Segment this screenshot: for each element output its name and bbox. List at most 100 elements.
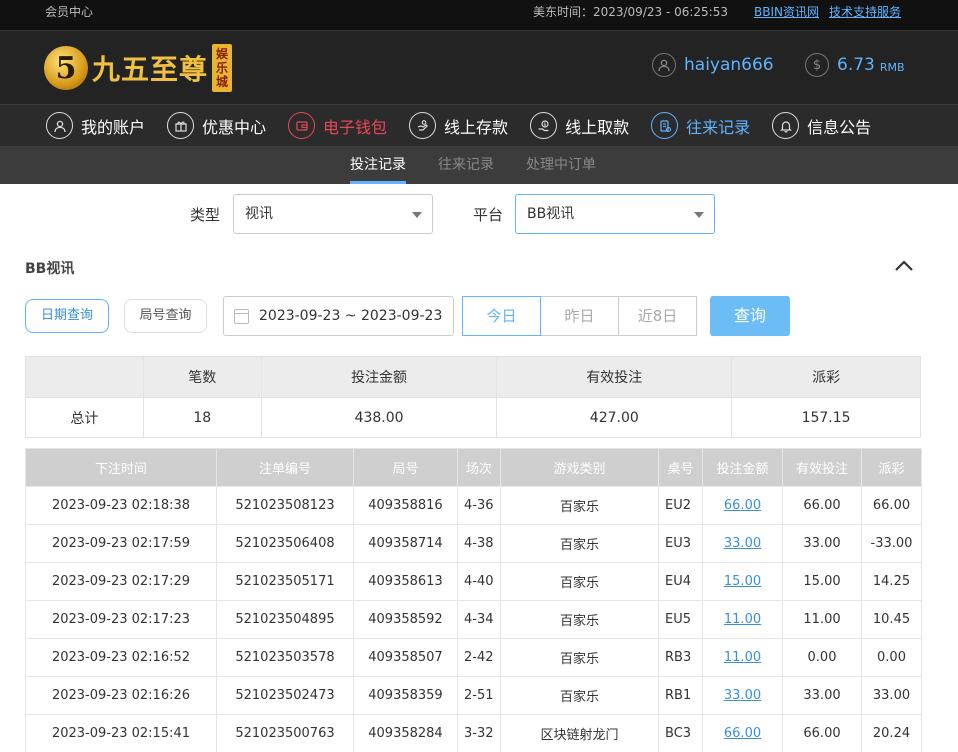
bell-icon [772, 112, 800, 139]
bet-amount-cell[interactable]: 11.00 [702, 600, 783, 639]
bet-amount-link[interactable]: 15.00 [724, 574, 761, 589]
round-id-cell: 409358613 [353, 562, 458, 601]
user-icon [46, 112, 73, 139]
gift-icon [167, 112, 195, 139]
chevron-down-icon [694, 212, 704, 218]
nav-online-withdraw[interactable]: $ 线上取款 [530, 112, 629, 139]
summary-cell: 438.00 [260, 397, 498, 438]
nav-e-wallet[interactable]: 电子钱包 [288, 112, 387, 139]
bet-amount-cell[interactable]: 33.00 [702, 676, 783, 715]
chevron-down-icon [412, 212, 422, 218]
nav-my-account[interactable]: 我的账户 [46, 112, 145, 139]
nav-online-deposit[interactable]: 线上存款 [409, 112, 508, 139]
summary-header-row: 笔数 投注金额 有效投注 派彩 [25, 356, 921, 398]
platform-select-value: BB视讯 [527, 206, 575, 222]
username: haiyan666 [684, 55, 774, 75]
nav-label: 线上存款 [444, 117, 509, 137]
bet-time-cell: 2023-09-23 02:17:23 [25, 600, 217, 639]
details-body: 2023-09-23 02:18:38 521023508123 409358816… [25, 486, 922, 752]
bet-amount-cell[interactable]: 66.00 [702, 486, 783, 525]
bet-id-cell: 521023504895 [216, 600, 354, 639]
currency-label: RMB [879, 60, 905, 74]
logo-badge: 娱 乐 城 [212, 44, 233, 92]
session-cell: 4-34 [457, 600, 501, 639]
session-cell: 2-51 [457, 676, 501, 715]
bet-amount-link[interactable]: 33.00 [724, 688, 761, 703]
records-icon [651, 112, 679, 139]
nav-label: 优惠中心 [202, 117, 267, 137]
game-type-cell: 区块链射龙门 [500, 714, 659, 752]
game-type-cell: 百家乐 [500, 562, 659, 601]
platform-select[interactable]: BB视讯 [515, 194, 715, 234]
date-query-button[interactable]: 日期查询 [25, 299, 109, 333]
round-query-button[interactable]: 局号查询 [124, 299, 207, 333]
round-id-cell: 409358284 [353, 714, 458, 752]
valid-bet-cell: 0.00 [782, 638, 862, 677]
details-header-row: 下注时间 注单编号 局号 场次 游戏类别 桌号 投注金额 有效投注 派彩 [25, 448, 922, 487]
logo-text: 九五至尊 [92, 53, 209, 86]
game-type-cell: 百家乐 [500, 600, 659, 639]
dollar-icon: $ [805, 53, 829, 77]
logo-emblem: 5 [44, 46, 88, 90]
payout-cell: 33.00 [861, 676, 922, 715]
bet-amount-link[interactable]: 66.00 [724, 498, 761, 513]
bet-details-table: 下注时间 注单编号 局号 场次 游戏类别 桌号 投注金额 有效投注 派彩 202… [25, 448, 922, 752]
deposit-icon [409, 112, 437, 139]
logo-badge-char: 城 [216, 75, 229, 89]
calendar-icon [234, 308, 249, 324]
table-id-cell: BC3 [658, 714, 703, 752]
tab-transaction-records[interactable]: 往来记录 [438, 146, 494, 184]
table-id-cell: RB1 [658, 676, 703, 715]
bet-id-cell: 521023503578 [216, 638, 354, 677]
bet-id-cell: 521023500763 [216, 714, 354, 752]
bet-id-cell: 521023502473 [216, 676, 354, 715]
bet-id-cell: 521023506408 [216, 524, 354, 563]
summary-header-cell: 派彩 [731, 356, 921, 398]
session-cell: 3-32 [457, 714, 501, 752]
bet-amount-cell[interactable]: 66.00 [702, 714, 783, 752]
tab-pending-orders[interactable]: 处理中订单 [526, 146, 596, 184]
range-8days-button[interactable]: 近8日 [618, 296, 697, 336]
payout-cell: 66.00 [861, 486, 922, 525]
tab-bet-records[interactable]: 投注记录 [350, 146, 406, 184]
summary-cell: 157.15 [731, 397, 921, 438]
table-row: 2023-09-23 02:16:52 521023503578 409358507… [25, 638, 922, 677]
bet-amount-cell[interactable]: 33.00 [702, 524, 783, 563]
bbin-news-link[interactable]: BBIN资讯网 [754, 3, 819, 20]
nav-announcements[interactable]: 信息公告 [772, 112, 871, 139]
member-center-label: 会员中心 [45, 5, 94, 19]
search-button[interactable]: 查询 [710, 296, 790, 336]
payout-cell: -33.00 [861, 524, 922, 563]
nav-promotions[interactable]: 优惠中心 [167, 112, 266, 139]
bet-amount-link[interactable]: 11.00 [724, 612, 761, 627]
table-row: 2023-09-23 02:17:59 521023506408 409358714… [25, 524, 922, 563]
summary-header-cell: 笔数 [142, 356, 262, 398]
chevron-up-icon[interactable] [893, 256, 915, 276]
bet-amount-link[interactable]: 11.00 [724, 650, 761, 665]
type-select-value: 视讯 [245, 206, 273, 222]
valid-bet-cell: 15.00 [782, 562, 862, 601]
balance-info[interactable]: $ 6.73 RMB [805, 53, 905, 77]
logo[interactable]: 5 九五至尊 娱 乐 城 [44, 39, 233, 97]
summary-header-cell: 投注金额 [260, 356, 498, 398]
section-title: BB视讯 [25, 261, 75, 277]
type-select[interactable]: 视讯 [233, 194, 433, 234]
date-range-input[interactable]: 2023-09-23 ~ 2023-09-23 [223, 296, 454, 336]
bet-amount-cell[interactable]: 11.00 [702, 638, 783, 677]
session-cell: 4-40 [457, 562, 501, 601]
bet-amount-link[interactable]: 66.00 [724, 726, 761, 741]
range-yesterday-button[interactable]: 昨日 [540, 296, 619, 336]
tech-support-link[interactable]: 技术支持服务 [829, 3, 901, 20]
details-header-cell: 下注时间 [25, 448, 217, 487]
bet-amount-cell[interactable]: 15.00 [702, 562, 783, 601]
user-info[interactable]: haiyan666 [652, 53, 774, 77]
nav-transaction-records[interactable]: 往来记录 [651, 112, 750, 139]
bet-id-cell: 521023505171 [216, 562, 354, 601]
details-header-cell: 注单编号 [216, 448, 354, 487]
bet-amount-link[interactable]: 33.00 [724, 536, 761, 551]
table-row: 2023-09-23 02:16:26 521023502473 409358359… [25, 676, 922, 715]
session-cell: 2-42 [457, 638, 501, 677]
table-row: 2023-09-23 02:17:23 521023504895 409358592… [25, 600, 922, 639]
topbar-right: 美东时间：2023/09/23 - 06:25:53 BBIN资讯网 技术支持服… [533, 3, 901, 20]
range-today-button[interactable]: 今日 [462, 296, 541, 336]
